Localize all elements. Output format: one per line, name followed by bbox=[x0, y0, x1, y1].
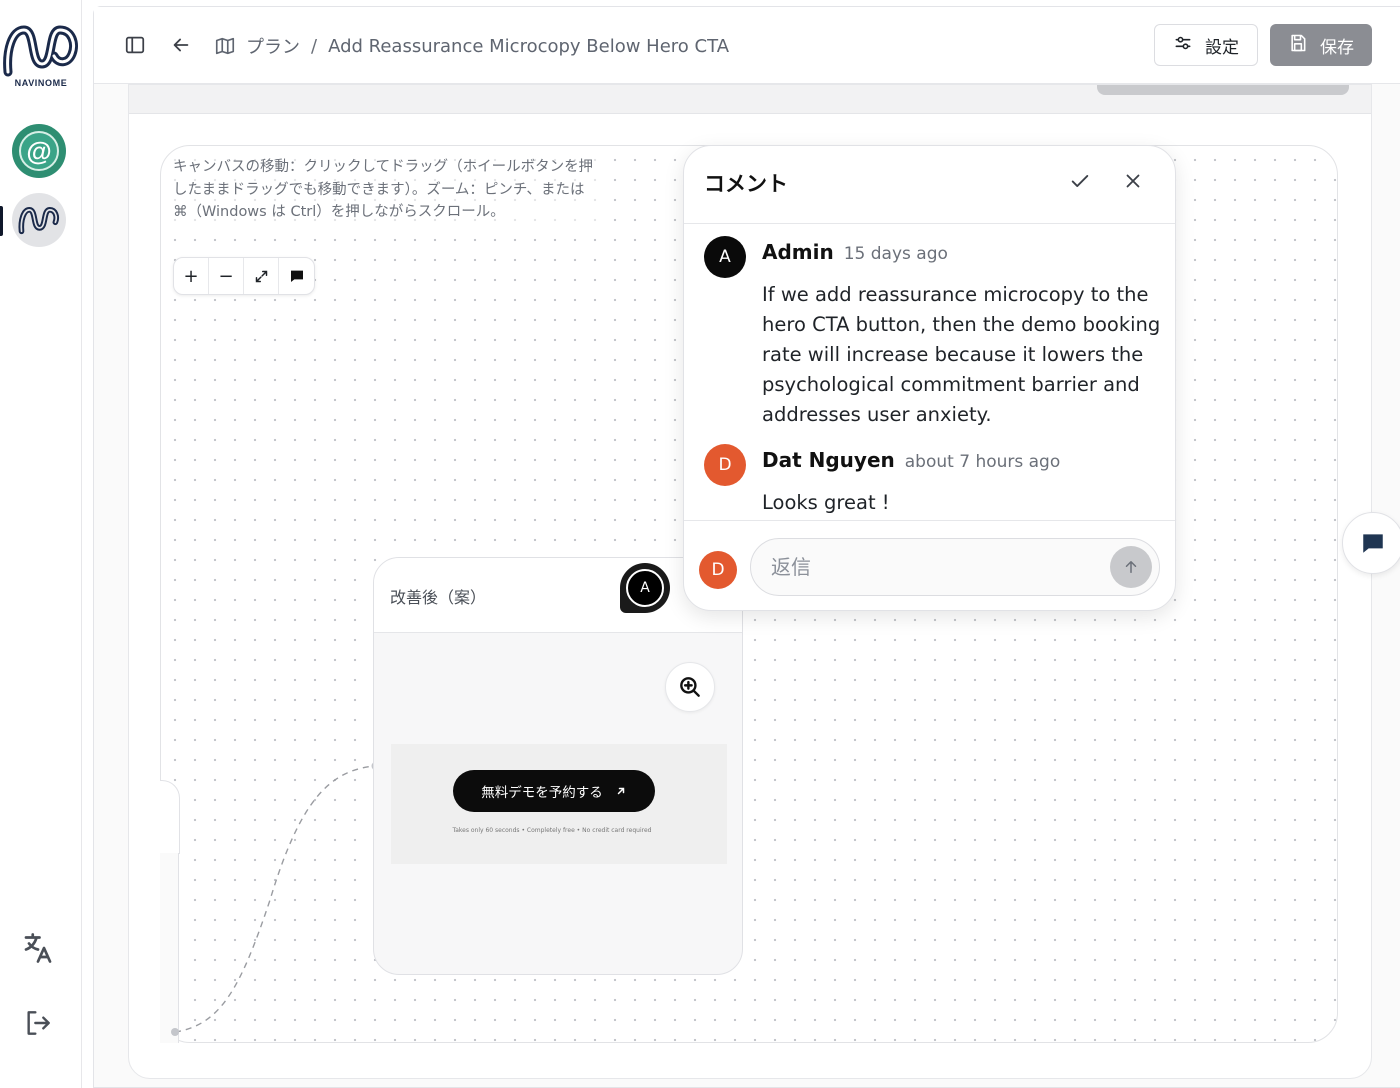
save-label: 保存 bbox=[1320, 37, 1354, 58]
translate-icon[interactable] bbox=[18, 928, 58, 968]
comment-author-line: Dat Nguyen about 7 hours ago bbox=[762, 448, 1060, 472]
check-icon bbox=[1071, 175, 1089, 187]
save-button[interactable]: 保存 bbox=[1270, 24, 1372, 66]
avatar: D bbox=[699, 551, 737, 589]
logo-text: NAVINOME bbox=[14, 78, 68, 88]
sliders-icon bbox=[1173, 33, 1193, 58]
comment-pin-avatar[interactable]: A bbox=[620, 563, 670, 613]
preview-zoom-button[interactable] bbox=[665, 662, 715, 712]
resolve-thread-button[interactable] bbox=[1067, 168, 1093, 194]
comment-icon bbox=[290, 270, 303, 282]
toggle-sidebar-icon[interactable] bbox=[123, 33, 147, 57]
zoom-out-button[interactable]: − bbox=[209, 258, 244, 294]
comment-panel-header: コメント bbox=[684, 146, 1175, 224]
sidebar: NAVINOME @ bbox=[0, 0, 82, 1088]
fit-view-button[interactable] bbox=[244, 258, 279, 294]
comment-panel: コメント A Admin 15 days ago If we add reassu… bbox=[683, 145, 1176, 611]
comment-time: 15 days ago bbox=[843, 244, 948, 264]
comment-author-line: Admin 15 days ago bbox=[762, 240, 948, 264]
at-sign-icon: @ bbox=[19, 131, 59, 171]
avatar: A bbox=[704, 236, 746, 278]
back-arrow-icon[interactable] bbox=[169, 33, 193, 57]
sidebar-app-mail[interactable]: @ bbox=[12, 124, 66, 178]
close-panel-button[interactable] bbox=[1120, 168, 1146, 194]
comment-author: Dat Nguyen bbox=[762, 448, 895, 472]
avatar: D bbox=[704, 444, 746, 486]
arrow-up-right-icon bbox=[617, 787, 624, 795]
floating-comment-button[interactable] bbox=[1342, 512, 1400, 574]
comment-panel-title: コメント bbox=[704, 172, 788, 196]
preview-cta-label: 無料デモを予約する bbox=[481, 785, 603, 801]
reply-input[interactable] bbox=[750, 538, 1160, 596]
comment-icon bbox=[1363, 534, 1383, 553]
map-icon bbox=[214, 35, 236, 57]
navinome-app-icon bbox=[18, 207, 60, 235]
comment-body: If we add reassurance microcopy to the h… bbox=[762, 283, 1161, 426]
zoom-in-icon bbox=[680, 677, 700, 697]
settings-label: 設定 bbox=[1205, 37, 1239, 58]
canvas-help-text: キャンバスの移動：クリックしてドラッグ（ホイールボタンを押したままドラッグでも移… bbox=[173, 156, 597, 224]
settings-button[interactable]: 設定 bbox=[1154, 24, 1258, 66]
save-icon bbox=[1288, 33, 1308, 58]
arrow-up-icon bbox=[1125, 561, 1137, 573]
expand-icon bbox=[255, 270, 267, 282]
logout-icon[interactable] bbox=[18, 1003, 58, 1043]
zoom-in-button[interactable]: + bbox=[174, 258, 209, 294]
comment-author: Admin bbox=[762, 240, 834, 264]
preview-cta-subtext: Takes only 60 seconds • Completely free … bbox=[452, 827, 652, 834]
breadcrumb-root[interactable]: プラン bbox=[246, 33, 300, 59]
navinome-logo[interactable]: NAVINOME bbox=[0, 14, 82, 94]
breadcrumb-separator: / bbox=[311, 35, 318, 57]
topbar: プラン / Add Reassurance Microcopy Below He… bbox=[94, 7, 1400, 84]
comment-body: Looks great ! bbox=[762, 491, 890, 514]
preview-cta-button: 無料デモを予約する bbox=[453, 770, 655, 812]
reply-area: D bbox=[684, 520, 1175, 610]
top-strip-pill bbox=[1097, 85, 1349, 95]
close-icon bbox=[1126, 174, 1140, 188]
comment-pin-initial: A bbox=[626, 569, 664, 607]
content-top-strip bbox=[129, 85, 1371, 114]
active-indicator bbox=[0, 206, 3, 236]
comment-time: about 7 hours ago bbox=[904, 452, 1061, 472]
navinome-logo-mark-icon bbox=[3, 25, 78, 77]
node-title: 改善後（案） bbox=[390, 588, 487, 607]
sidebar-app-navinome[interactable] bbox=[12, 193, 66, 247]
breadcrumb: プラン / Add Reassurance Microcopy Below He… bbox=[214, 32, 729, 60]
breadcrumb-current: Add Reassurance Microcopy Below Hero CTA bbox=[328, 35, 730, 57]
node-connector-line bbox=[171, 761, 381, 1036]
send-reply-button[interactable] bbox=[1110, 546, 1152, 588]
toggle-comments-button[interactable] bbox=[279, 258, 314, 294]
zoom-toolbar: + − bbox=[173, 257, 315, 295]
